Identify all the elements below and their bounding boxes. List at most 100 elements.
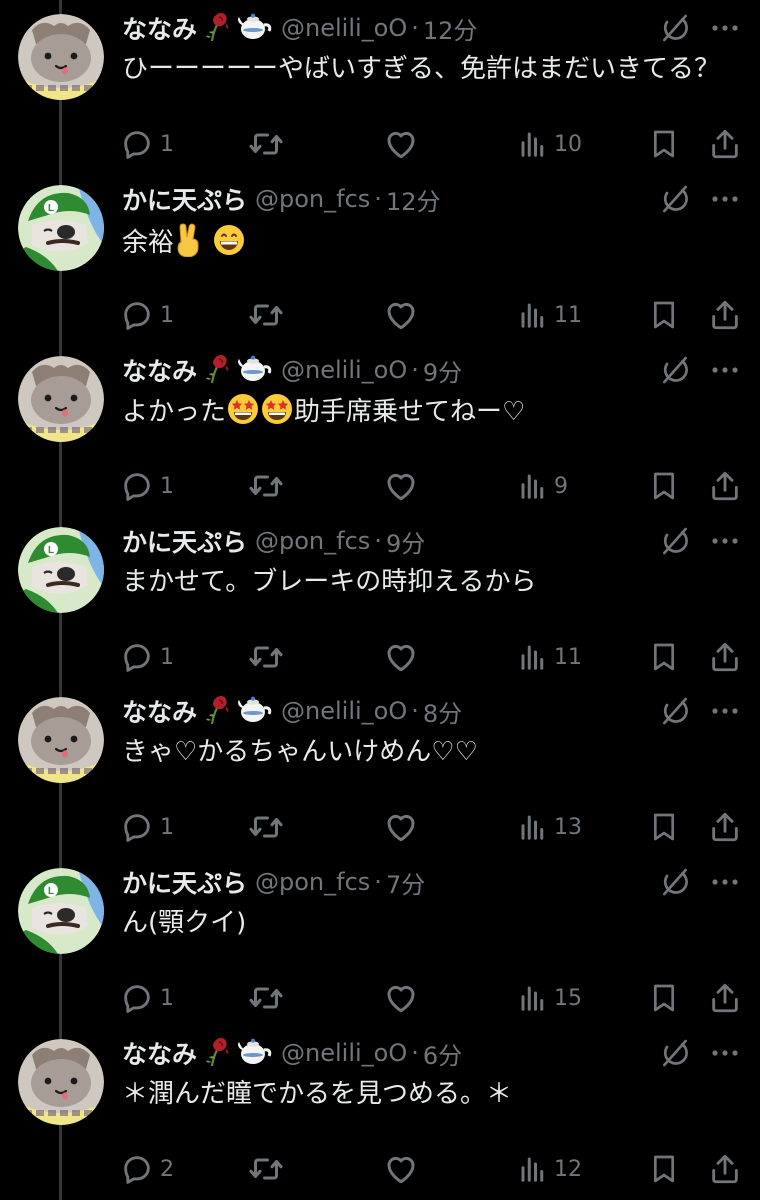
like-button[interactable] [383,807,419,847]
reply-button[interactable]: 1 [120,978,174,1018]
timestamp[interactable]: 12分 [423,11,478,46]
more-icon[interactable] [708,1039,742,1067]
user-handle[interactable]: @nelili_oO [281,14,407,42]
grok-icon[interactable] [659,695,691,727]
like-button[interactable] [383,466,419,506]
views-button[interactable]: 12 [518,1149,582,1189]
more-icon[interactable] [708,14,742,42]
retweet-button[interactable] [248,978,284,1018]
views-button[interactable]: 9 [518,466,568,506]
avatar[interactable] [18,356,104,442]
grok-icon[interactable] [659,1037,691,1069]
avatar[interactable]: L [18,527,104,613]
retweet-button[interactable] [248,466,284,506]
avatar[interactable] [18,1039,104,1125]
views-button[interactable]: 15 [518,978,582,1018]
like-button[interactable] [383,978,419,1018]
display-name[interactable]: ななみ [122,10,197,46]
bookmark-button[interactable] [648,124,680,164]
share-icon [708,810,742,844]
timestamp[interactable]: 8分 [423,694,462,729]
user-handle[interactable]: @pon_fcs [255,185,370,213]
avatar[interactable]: L [18,185,104,271]
bookmark-button[interactable] [648,466,680,506]
share-button[interactable] [708,637,742,677]
more-icon[interactable] [708,868,742,896]
separator-dot: · [411,697,419,725]
display-name[interactable]: かに天ぷら [122,864,247,900]
views-icon [518,1154,548,1184]
grok-icon[interactable] [659,525,691,557]
retweet-button[interactable] [248,295,284,335]
grok-icon[interactable] [659,866,691,898]
tweet[interactable]: ななみ @nelili_oO · 9分 よかった 助手席乗せてねー♡ 1 9 [0,342,760,513]
tweet[interactable]: L かに天ぷら @pon_fcs · 7分 ん(顎クイ) 1 15 [0,854,760,1025]
reply-button[interactable]: 1 [120,637,174,677]
bookmark-button[interactable] [648,295,680,335]
reply-button[interactable]: 1 [120,807,174,847]
bookmark-icon [648,640,680,674]
retweet-button[interactable] [248,807,284,847]
retweet-button[interactable] [248,124,284,164]
user-handle[interactable]: @pon_fcs [255,868,370,896]
views-button[interactable]: 11 [518,295,582,335]
share-button[interactable] [708,1149,742,1189]
like-button[interactable] [383,295,419,335]
avatar[interactable] [18,697,104,783]
share-button[interactable] [708,466,742,506]
avatar[interactable]: L [18,868,104,954]
display-name[interactable]: ななみ [122,693,197,729]
reply-count: 1 [160,814,174,840]
more-icon[interactable] [708,356,742,384]
user-handle[interactable]: @nelili_oO [281,1039,407,1067]
display-name[interactable]: ななみ [122,352,197,388]
user-handle[interactable]: @nelili_oO [281,697,407,725]
like-button[interactable] [383,1149,419,1189]
bookmark-button[interactable] [648,637,680,677]
grok-icon[interactable] [659,354,691,386]
share-button[interactable] [708,807,742,847]
like-button[interactable] [383,124,419,164]
tweet[interactable]: L かに天ぷら @pon_fcs · 12分 余裕 1 11 [0,171,760,342]
reply-button[interactable]: 1 [120,466,174,506]
display-name[interactable]: かに天ぷら [122,523,247,559]
timestamp[interactable]: 12分 [386,182,441,217]
views-button[interactable]: 11 [518,637,582,677]
user-handle[interactable]: @pon_fcs [255,527,370,555]
display-name[interactable]: かに天ぷら [122,181,247,217]
avatar[interactable] [18,14,104,100]
more-icon[interactable] [708,697,742,725]
like-button[interactable] [383,637,419,677]
timestamp[interactable]: 9分 [386,524,425,559]
display-name[interactable]: ななみ [122,1035,197,1071]
tweet[interactable]: ななみ @nelili_oO · 8分 きゃ♡かるちゃんいけめん♡♡ 1 13 [0,683,760,854]
timestamp[interactable]: 9分 [423,353,462,388]
tweet[interactable]: ななみ @nelili_oO · 12分 ひーーーーーやばいすぎる、免許はまだいきてる？… [0,0,760,171]
retweet-button[interactable] [248,637,284,677]
reply-icon [120,298,154,332]
timestamp[interactable]: 6分 [423,1036,462,1071]
share-button[interactable] [708,295,742,335]
more-icon[interactable] [708,527,742,555]
bookmark-button[interactable] [648,1149,680,1189]
user-handle[interactable]: @nelili_oO [281,356,407,384]
retweet-button[interactable] [248,1149,284,1189]
views-button[interactable]: 10 [518,124,582,164]
views-count: 11 [554,302,582,328]
reply-button[interactable]: 2 [120,1149,174,1189]
reply-button[interactable]: 1 [120,295,174,335]
bookmark-button[interactable] [648,978,680,1018]
views-button[interactable]: 13 [518,807,582,847]
retweet-icon [248,639,284,675]
grok-icon[interactable] [659,183,691,215]
share-button[interactable] [708,978,742,1018]
reply-button[interactable]: 1 [120,124,174,164]
tweet[interactable]: ななみ @nelili_oO · 6分 ＊潤んだ瞳でかるを見つめる。＊ 2 12 [0,1025,760,1196]
bookmark-button[interactable] [648,807,680,847]
more-icon[interactable] [708,185,742,213]
tweet[interactable]: L かに天ぷら @pon_fcs · 9分 まかせて。ブレーキの時抑えるから 1 11 [0,513,760,684]
timestamp[interactable]: 7分 [386,865,425,900]
retweet-icon [248,126,284,162]
grok-icon[interactable] [659,12,691,44]
share-button[interactable] [708,124,742,164]
